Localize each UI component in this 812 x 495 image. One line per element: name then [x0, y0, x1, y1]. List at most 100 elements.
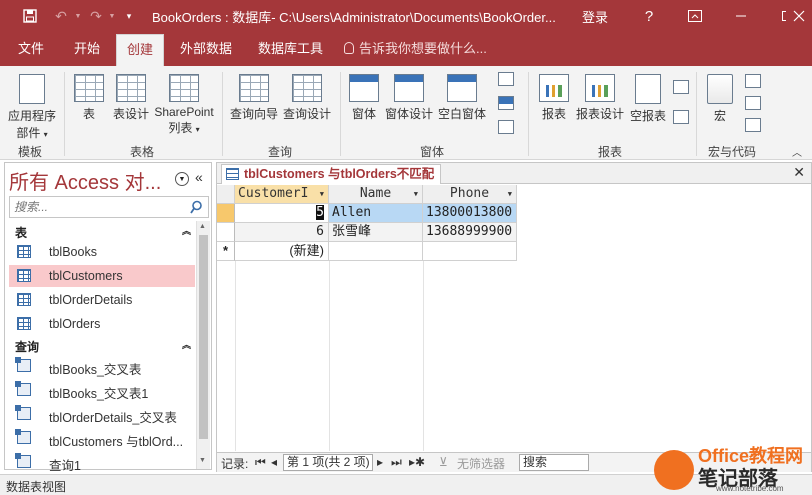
report-button[interactable]: 报表 [536, 74, 572, 122]
search-icon[interactable] [190, 199, 206, 215]
new-record-marker[interactable]: * [217, 242, 235, 261]
nav-scrollbar[interactable]: ▲ ▼ [196, 221, 210, 469]
filter-status[interactable]: 无筛选器 [457, 455, 505, 472]
customize-toolbar-icon[interactable]: ▾ [122, 0, 136, 32]
ribbon-separator [340, 72, 341, 156]
column-header-phone[interactable]: Phone ▼ [423, 185, 517, 204]
first-record-icon[interactable]: ⏮ [255, 455, 266, 470]
scroll-up-icon[interactable]: ▲ [199, 223, 206, 230]
ribbon-display-options-icon[interactable] [672, 0, 718, 32]
table-design-button[interactable]: 表设计 [110, 74, 152, 122]
redo-dropdown-icon[interactable]: ▼ [106, 0, 118, 32]
labels-button[interactable] [672, 110, 690, 127]
next-record-icon[interactable]: ▸ [377, 455, 383, 469]
nav-item-query[interactable]: tblBooks_交叉表1 [9, 379, 195, 401]
select-all-corner[interactable] [217, 185, 235, 204]
nav-menu-chevron-icon[interactable]: ▼ [175, 172, 189, 186]
scroll-thumb[interactable] [199, 235, 208, 439]
tab-create[interactable]: 创建 [116, 34, 165, 66]
module-button[interactable] [744, 74, 762, 91]
tab-external-data[interactable]: 外部数据 [170, 32, 242, 66]
previous-record-icon[interactable]: ◂ [271, 455, 277, 469]
form-design-button[interactable]: 窗体设计 [384, 74, 434, 122]
blank-report-button[interactable]: 空报表 [628, 74, 668, 124]
help-button[interactable]: ? [626, 0, 672, 32]
last-record-icon[interactable]: ⏭ [391, 455, 402, 470]
tell-me-label: 告诉我你想要做什么... [359, 41, 487, 56]
close-window-button[interactable] [786, 0, 812, 32]
class-module-button[interactable] [744, 96, 762, 113]
login-link[interactable]: 登录 [582, 7, 608, 26]
row-selector[interactable] [217, 204, 235, 223]
column-dropdown-icon[interactable]: ▼ [508, 185, 512, 203]
scroll-down-icon[interactable]: ▼ [199, 457, 206, 464]
nav-item-tblbooks[interactable]: tblBooks [9, 241, 195, 263]
tab-database-tools[interactable]: 数据库工具 [248, 32, 333, 66]
column-header-customerid[interactable]: CustomerI ▼ [235, 185, 329, 204]
undo-dropdown-icon[interactable]: ▼ [72, 0, 84, 32]
more-forms-button[interactable] [494, 120, 518, 137]
tab-home[interactable]: 开始 [64, 32, 110, 66]
application-parts-button[interactable]: 应用程序 部件 ▾ [6, 74, 58, 141]
form-button[interactable]: 窗体 [346, 74, 382, 122]
nav-item-label: tblOrders [49, 317, 101, 331]
nav-item-tblcustomers[interactable]: tblCustomers [9, 265, 195, 287]
sharepoint-lists-button[interactable]: SharePoint 列表 ▾ [152, 74, 216, 136]
new-record-cell[interactable]: (新建) [235, 242, 329, 261]
query-wizard-button[interactable]: 查询向导 [228, 74, 280, 122]
nav-item-tblorderdetails[interactable]: tblOrderDetails [9, 289, 195, 311]
save-icon[interactable] [16, 0, 44, 32]
nav-header[interactable]: 所有 Access 对... ▼ « [5, 163, 211, 195]
row-selector[interactable] [217, 223, 235, 242]
report-design-button[interactable]: 报表设计 [574, 74, 626, 122]
nav-item-query[interactable]: tblCustomers 与tblOrd... [9, 427, 195, 449]
new-record-icon[interactable]: ▸✱ [409, 455, 425, 469]
table-cell[interactable] [423, 242, 517, 261]
table-icon [17, 269, 31, 282]
report-wizard-button[interactable] [672, 80, 690, 97]
query-design-button[interactable]: 查询设计 [282, 74, 332, 122]
nav-item-query[interactable]: tblBooks_交叉表 [9, 355, 195, 377]
collapse-ribbon-icon[interactable]: ︿ [792, 144, 802, 159]
navigation-form-button[interactable] [494, 96, 518, 113]
column-header-name[interactable]: Name ▼ [329, 185, 423, 204]
nav-search-input[interactable] [10, 197, 180, 217]
table-cell[interactable]: 13800013800 [423, 204, 517, 223]
table-button[interactable]: 表 [72, 74, 106, 122]
macro-button[interactable]: 宏 [704, 74, 736, 124]
current-record-field[interactable]: 第 1 项(共 2 项) [283, 454, 373, 471]
table-cell[interactable]: Allen [329, 204, 423, 223]
tell-me-search[interactable]: 告诉我你想要做什么... [344, 32, 487, 66]
table-cell[interactable]: 6 [235, 223, 329, 242]
nav-search-box[interactable] [9, 196, 209, 218]
undo-icon[interactable]: ↶ [50, 0, 72, 32]
collapse-section-icon[interactable]: ︽ [182, 224, 191, 237]
column-dropdown-icon[interactable]: ▼ [320, 185, 324, 203]
collapse-section-icon[interactable]: ︽ [182, 338, 191, 351]
grid-line [423, 261, 424, 451]
section-queries[interactable]: 查询 ︽ [9, 335, 195, 355]
report-design-icon [585, 74, 615, 102]
close-document-icon[interactable]: ✕ [793, 164, 805, 181]
ribbon-separator [64, 72, 65, 156]
shutter-bar-close-icon[interactable]: « [195, 169, 203, 185]
column-dropdown-icon[interactable]: ▼ [414, 185, 418, 203]
nav-item-query[interactable]: 查询1 [9, 451, 195, 473]
table-cell[interactable]: 5 [235, 204, 329, 223]
redo-icon[interactable]: ↷ [86, 0, 106, 32]
blank-form-button[interactable]: 空白窗体 [436, 74, 488, 122]
form-wizard-button[interactable] [494, 72, 518, 89]
section-tables[interactable]: 表 ︽ [9, 221, 195, 241]
table-cell[interactable]: 张雪峰 [329, 223, 423, 242]
table-cell[interactable]: 13688999900 [423, 223, 517, 242]
visual-basic-button[interactable] [744, 118, 762, 135]
document-tab[interactable]: tblCustomers 与tblOrders不匹配 [221, 164, 442, 184]
tab-file[interactable]: 文件 [8, 32, 54, 66]
nav-item-query[interactable]: tblOrderDetails_交叉表 [9, 403, 195, 425]
nav-item-tblorders[interactable]: tblOrders [9, 313, 195, 335]
table-cell[interactable] [329, 242, 423, 261]
ribbon-separator [528, 72, 529, 156]
nav-title[interactable]: 所有 Access 对... [9, 166, 161, 195]
select-query-icon [15, 429, 31, 444]
record-search-input[interactable]: 搜索 [519, 454, 589, 471]
